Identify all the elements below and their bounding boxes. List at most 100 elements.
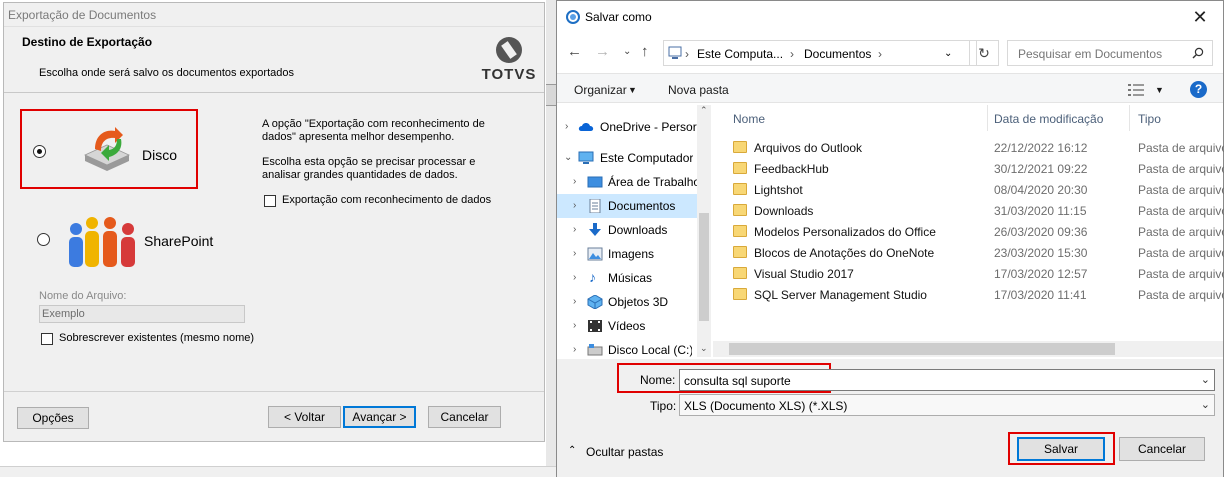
file-row[interactable]: Lightshot 08/04/2020 20:30 Pasta de arqu… [713,179,1224,200]
chevron-down-icon[interactable]: ⌄ [1201,373,1210,386]
expand-arrow-icon[interactable]: › [573,224,576,235]
tree-label-images: Imagens [608,247,655,261]
folder-icon [733,141,747,153]
export-cancel-button[interactable]: Cancelar [428,406,501,428]
address-dropdown-icon[interactable]: ⌄ [944,48,952,59]
search-box[interactable]: Pesquisar em Documentos [1007,40,1213,66]
save-form-area: Nome: consulta sql suporte ⌄ Tipo: XLS (… [557,359,1223,477]
save-filename-input[interactable]: consulta sql suporte ⌄ [679,369,1215,391]
totvs-logo-icon [496,37,522,63]
data-recognition-checkbox[interactable] [264,195,276,207]
recent-dropdown-icon[interactable]: ⌄ [623,46,631,57]
file-modified: 31/03/2020 11:15 [994,204,1087,218]
tree-item-onedrive[interactable]: › OneDrive - Persor [557,115,711,139]
save-as-title: Salvar como [585,10,652,24]
tree-item-desktop[interactable]: › Área de Trabalho [557,170,711,194]
sharepoint-people-icon [66,215,142,273]
filename-field[interactable]: Exemplo [39,305,245,323]
help-icon[interactable]: ? [1190,81,1207,98]
close-icon[interactable]: ✕ [1185,5,1215,29]
scroll-thumb[interactable] [699,213,709,321]
tree-item-downloads[interactable]: › Downloads [557,218,711,242]
expand-arrow-icon[interactable]: › [573,344,576,355]
file-type: Pasta de arquivos [1138,141,1224,155]
disk-radio[interactable] [33,145,46,158]
file-row[interactable]: Modelos Personalizados do Office 26/03/2… [713,221,1224,242]
tree-item-videos[interactable]: › Vídeos [557,314,711,338]
address-part-computer[interactable]: Este Computa... [697,47,783,61]
back-button[interactable]: < Voltar [268,406,341,428]
column-separator[interactable] [1129,105,1130,131]
collapse-arrow-icon[interactable]: ⌄ [564,152,572,163]
file-row[interactable]: FeedbackHub 30/12/2021 09:22 Pasta de ar… [713,158,1224,179]
column-modified[interactable]: Data de modificação [994,112,1103,126]
tree-item-music[interactable]: › ♪ Músicas [557,266,711,290]
file-name: Blocos de Anotações do OneNote [754,246,935,260]
file-row[interactable]: Arquivos do Outlook 22/12/2022 16:12 Pas… [713,137,1224,158]
up-arrow-icon[interactable]: ↑ [641,43,649,60]
download-icon [589,223,601,236]
organize-dropdown-icon[interactable]: ▼ [628,85,637,95]
expand-arrow-icon[interactable]: › [573,296,576,307]
tree-label-desktop: Área de Trabalho [608,175,697,189]
back-arrow-icon[interactable]: ← [567,43,582,60]
next-button[interactable]: Avançar > [343,406,416,428]
video-icon [588,320,602,332]
file-row[interactable]: Downloads 31/03/2020 11:15 Pasta de arqu… [713,200,1224,221]
hscroll-thumb[interactable] [729,343,1115,355]
view-options-icon[interactable] [1128,84,1144,96]
new-folder-button[interactable]: Nova pasta [668,83,729,97]
chevron-up-icon[interactable]: ⌃ [568,445,576,456]
file-name: Downloads [754,204,814,218]
file-modified: 23/03/2020 15:30 [994,246,1088,260]
expand-arrow-icon[interactable]: › [565,121,568,132]
organize-button[interactable]: Organizar [574,83,627,97]
data-recognition-label: Exportação com reconhecimento de dados [282,194,492,206]
tree-item-images[interactable]: › Imagens [557,242,711,266]
documents-icon [589,199,601,213]
column-type[interactable]: Tipo [1138,112,1161,126]
expand-arrow-icon[interactable]: › [573,272,576,283]
save-as-dialog: Salvar como ✕ ← → ⌄ ↑ › Este Computa... … [556,0,1224,477]
address-bar[interactable]: › Este Computa... › Documentos › ⌄ [663,40,977,66]
export-header-subtitle: Escolha onde será salvo os documentos ex… [39,67,294,79]
column-separator[interactable] [987,105,988,131]
file-type: Pasta de arquivos [1138,225,1224,239]
sharepoint-radio[interactable] [37,233,50,246]
expand-arrow-icon[interactable]: › [573,200,576,211]
save-cancel-button[interactable]: Cancelar [1119,437,1205,461]
disk-export-icon [81,125,133,173]
background-taskbar [0,466,556,477]
file-row[interactable]: Visual Studio 2017 17/03/2020 12:57 Past… [713,263,1224,284]
navigation-scrollbar[interactable]: ⌃ ⌄ [697,105,711,357]
tree-item-local-disk[interactable]: › Disco Local (C:) [557,338,711,357]
background-gap [546,0,556,477]
overwrite-checkbox[interactable] [41,333,53,345]
chevron-down-icon[interactable]: ⌄ [1201,398,1210,411]
file-row[interactable]: Blocos de Anotações do OneNote 23/03/202… [713,242,1224,263]
hide-folders-button[interactable]: Ocultar pastas [586,445,663,459]
view-dropdown-icon[interactable]: ▼ [1155,85,1164,95]
address-part-documents[interactable]: Documentos [804,47,871,61]
file-list-hscrollbar[interactable] [713,341,1223,357]
save-filetype-select[interactable]: XLS (Documento XLS) (*.XLS) ⌄ [679,394,1215,416]
scroll-down-icon[interactable]: ⌄ [700,343,708,354]
forward-arrow-icon[interactable]: → [595,43,610,60]
expand-arrow-icon[interactable]: › [573,176,576,187]
save-button[interactable]: Salvar [1017,437,1105,461]
expand-arrow-icon[interactable]: › [573,248,576,259]
export-dialog-header: Destino de Exportação Escolha onde será … [4,27,544,93]
drive-icon [587,344,603,356]
tree-label-videos: Vídeos [608,319,646,333]
refresh-icon[interactable]: ↻ [969,40,999,66]
options-button[interactable]: Opções [17,407,89,429]
scroll-up-icon[interactable]: ⌃ [700,105,708,116]
info-text-2a: Escolha esta opção se precisar processar… [262,156,476,168]
tree-item-this-pc[interactable]: ⌄ Este Computador [557,146,711,170]
tree-item-3d-objects[interactable]: › Objetos 3D [557,290,711,314]
file-row[interactable]: SQL Server Management Studio 17/03/2020 … [713,284,1224,305]
column-name[interactable]: Nome [733,112,765,126]
tree-label-this-pc: Este Computador [600,151,694,165]
tree-item-documents[interactable]: › Documentos [557,194,711,218]
expand-arrow-icon[interactable]: › [573,320,576,331]
